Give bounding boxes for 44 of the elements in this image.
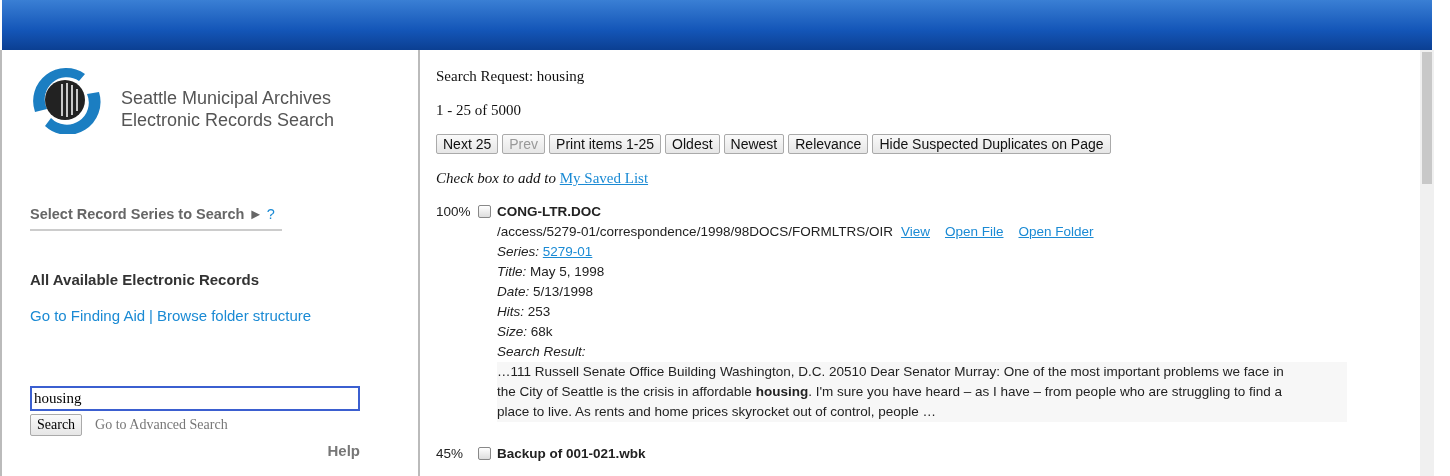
advanced-search-link[interactable]: Go to Advanced Search [95, 417, 228, 433]
toolbar-button[interactable]: Newest [723, 134, 785, 154]
app-title: Seattle Municipal Archives Electronic Records Search [121, 87, 335, 131]
file-name: CONG-LTR.DOC [497, 203, 601, 221]
field-label: Hits: [497, 304, 524, 319]
relevance-score: 100% [436, 203, 472, 221]
link-separator: | [149, 307, 153, 324]
scrollbar[interactable] [1420, 50, 1434, 476]
checkbox[interactable] [478, 205, 491, 218]
field-value: 68k [530, 324, 553, 339]
series-selector-label[interactable]: Select Record Series to Search ► [30, 206, 263, 222]
field-value: May 5, 1998 [529, 264, 605, 279]
saved-list-link[interactable]: My Saved List [559, 170, 649, 186]
help-link[interactable]: Help [30, 442, 360, 459]
field-value: 5/13/1998 [533, 284, 594, 299]
toolbar-button[interactable]: Relevance [788, 134, 869, 154]
relevance-score: 45% [436, 445, 465, 463]
field-label: Size: [497, 324, 527, 339]
action-link[interactable]: Open File [944, 224, 1004, 239]
action-link[interactable]: Open Folder [1018, 224, 1094, 239]
field-label: Search Result: [497, 344, 586, 359]
search-request: Search Request: housing [436, 67, 586, 86]
sidebar-link[interactable]: Go to Finding Aid [30, 307, 146, 324]
file-path: /access/5279-01/correspondence/1998/98DOCS/FORMLTRS/OIR [497, 224, 893, 239]
field-label: Title: [497, 264, 527, 279]
sidebar-link[interactable]: Browse folder structure [157, 307, 312, 324]
saved-hint: Check box to add to [436, 170, 556, 186]
file-name: Backup of 001-021.wbk [497, 445, 646, 463]
field-label: Date: [497, 284, 530, 299]
scope-label: All Available Electronic Records [30, 271, 260, 288]
series-link[interactable]: 5279-01 [542, 244, 593, 259]
search-button[interactable]: Search [30, 414, 83, 436]
result-count: 1 - 25 of 5000 [436, 101, 522, 120]
toolbar-button[interactable]: Next 25 [436, 134, 499, 154]
search-field[interactable]: housing [30, 386, 360, 411]
field-value: 253 [527, 304, 551, 319]
help-link[interactable]: ? [266, 206, 275, 222]
toolbar-button[interactable]: Hide Suspected Duplicates on Page [872, 134, 1111, 154]
toolbar-button[interactable]: Oldest [665, 134, 720, 154]
checkbox[interactable] [478, 447, 491, 460]
toolbar-button[interactable]: Print items 1-25 [549, 134, 662, 154]
action-link[interactable]: View [900, 224, 930, 239]
search-snippet: …111 Russell Senate Office Building Washington, D.C. 20510 Dear Senator Murray: One of the most important problems we face in the City of Seattle is the crisis in affordable housing. I'm sure you have heard – as I have – from people who are struggling to find a place to live. As rents and home prices skyrocket out of control, people … [497, 362, 1347, 422]
field-label: Series: [497, 244, 540, 259]
